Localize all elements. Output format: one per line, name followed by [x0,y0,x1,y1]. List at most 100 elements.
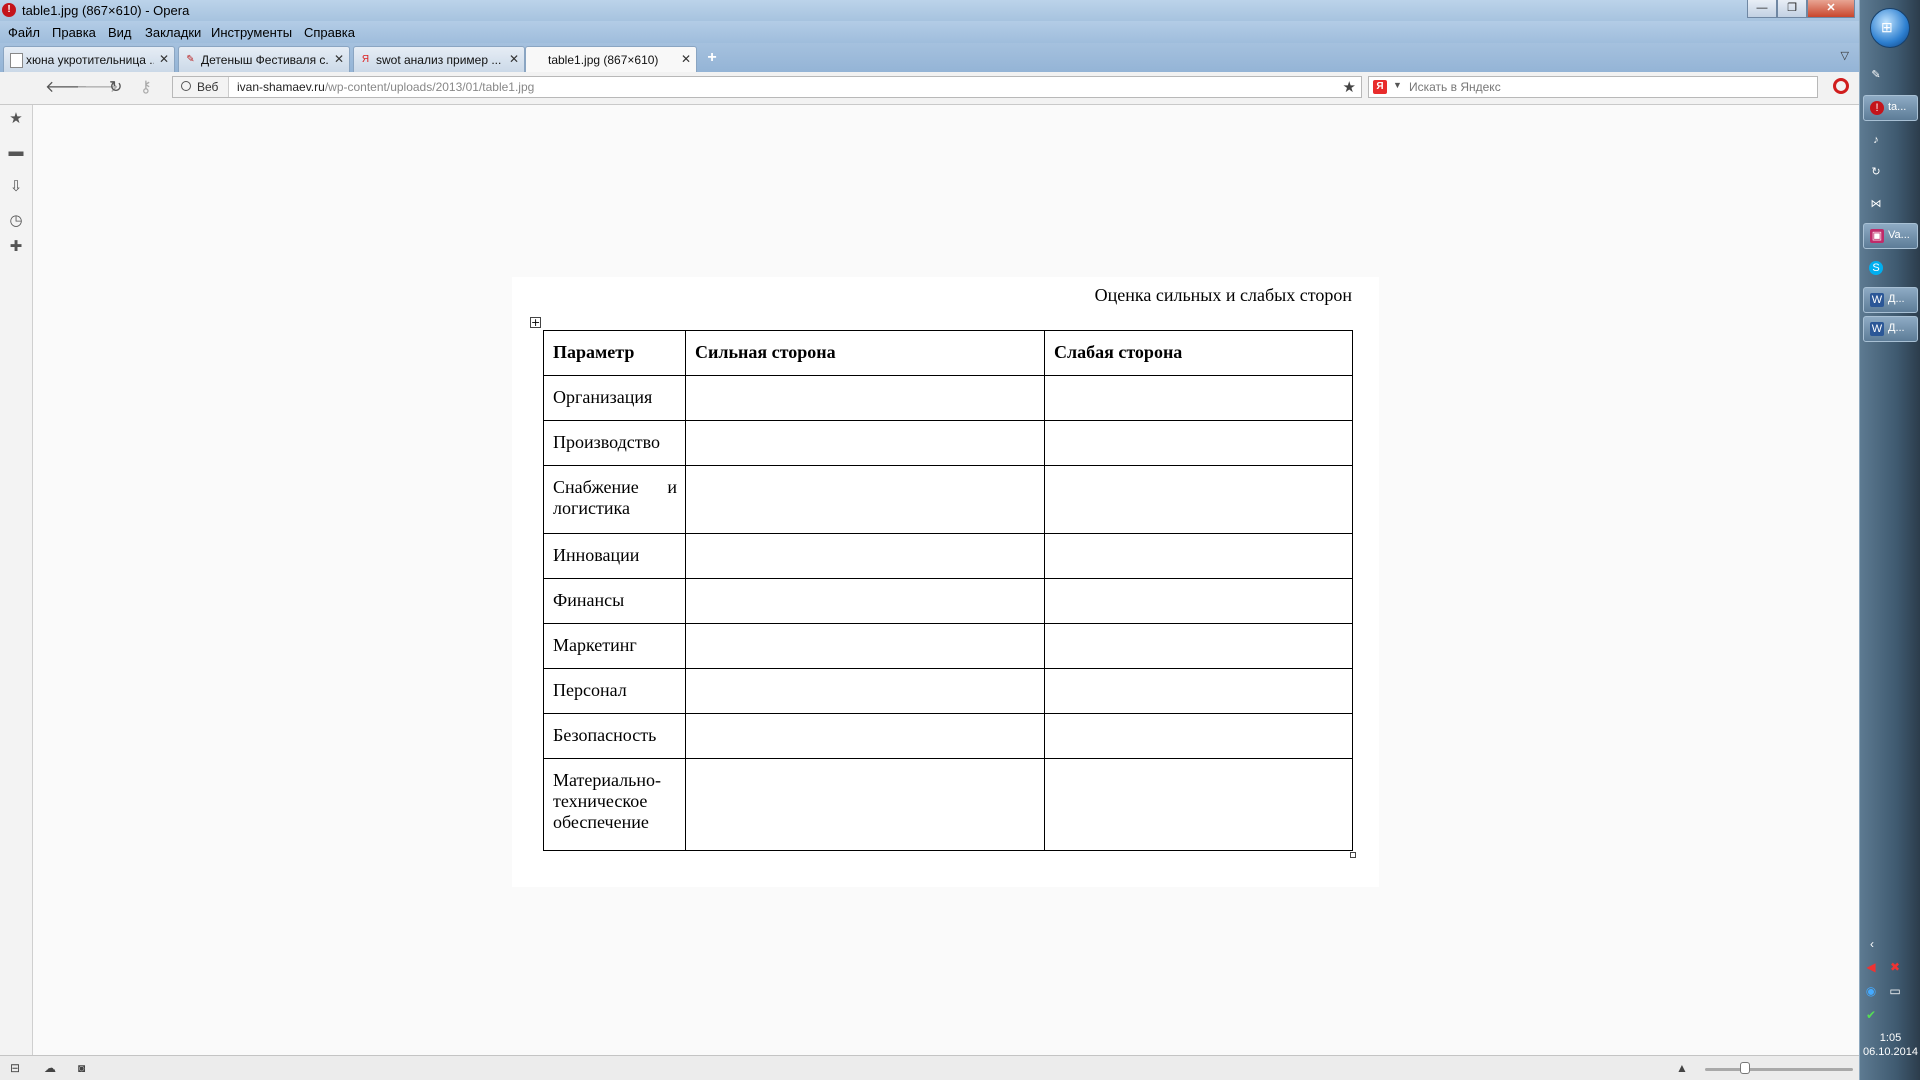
downloads-icon[interactable]: ⇩ [7,177,25,195]
chevron-down-icon[interactable]: ▼ [1393,80,1402,90]
table-row: Персонал [543,668,1353,714]
network-error-icon[interactable]: ✖ [1888,960,1902,974]
swot-table: Параметр Сильная сторона Слабая сторона … [543,330,1353,851]
taskbar-pin[interactable]: ✎ [1863,63,1918,89]
menu-file[interactable]: Файл [8,25,40,40]
header-strength: Сильная сторона [685,330,1045,376]
header-weakness: Слабая сторона [1044,330,1353,376]
menu-bookmarks[interactable]: Закладки [145,25,201,40]
url-domain: ivan-shamaev.ru [237,80,325,94]
strength-cell [685,578,1045,624]
taskbar-button-word-2[interactable]: W Д... [1863,316,1918,342]
chevron-down-icon[interactable]: ▽ [1841,49,1849,62]
weakness-cell [1044,375,1353,421]
weakness-cell [1044,668,1353,714]
refresh-app-icon: ↻ [1871,166,1881,178]
weakness-cell [1044,623,1353,669]
sound-icon: ♪ [1873,134,1879,146]
close-button[interactable]: ✕ [1807,0,1855,18]
key-icon[interactable]: ⚷ [140,79,152,97]
camera-icon[interactable]: ◙ [78,1061,85,1075]
tab-3[interactable]: Я swot анализ пример ... ✕ [353,46,525,72]
url-path: /wp-content/uploads/2013/01/table1.jpg [324,80,535,94]
minimize-button[interactable]: — [1747,0,1777,18]
table-move-handle-icon: + [530,316,541,329]
cloud-sync-icon[interactable]: ☁ [44,1061,56,1075]
yandex-icon[interactable]: Я [1373,80,1387,94]
taskbar-label: Д... [1888,322,1905,334]
opera-icon: ! [1870,101,1884,115]
tab-strip: хюна укротительница ... ✕ ✎ Детеныш Фест… [0,43,1859,73]
tab-label: хюна укротительница ... [26,53,154,67]
window-title: table1.jpg (867×610) - Opera [22,3,190,18]
table-row: Производство [543,420,1353,466]
clock-time: 1:05 [1879,1032,1902,1044]
new-tab-button[interactable]: + [697,48,727,68]
document-title: Оценка сильных и слабых сторон [1094,285,1352,305]
menu-edit[interactable]: Правка [52,25,96,40]
bookmarks-star-icon[interactable]: ★ [7,109,25,127]
tab-2[interactable]: ✎ Детеныш Фестиваля с... ✕ [178,46,350,72]
weakness-cell [1044,465,1353,534]
restore-button[interactable]: ❐ [1777,0,1807,18]
taskbar-button-word-1[interactable]: W Д... [1863,287,1918,313]
update-icon[interactable]: ◉ [1864,984,1878,998]
search-field[interactable]: Я ▼ Искать в Яндекс [1368,76,1818,98]
save-icon: ▣ [1870,229,1884,243]
table-row: Безопасность [543,713,1353,759]
pen-icon: ✎ [1871,69,1881,81]
menu-view[interactable]: Вид [108,25,132,40]
zoom-menu-icon[interactable]: ▲ [1676,1061,1688,1075]
tray-expand-icon[interactable]: ‹ [1865,937,1879,951]
row-label: Персонал [543,668,686,714]
history-clock-icon[interactable]: ◷ [7,211,25,229]
reload-button[interactable]: ↻ [109,79,122,97]
taskbar-pin[interactable]: ⋈ [1863,192,1918,218]
weakness-cell [1044,758,1353,851]
zoom-slider-track[interactable] [1705,1068,1853,1071]
taskbar-pin[interactable]: ♪ [1863,128,1918,154]
table-row: Материально-техническое обеспечение [543,758,1353,851]
windows-logo-icon: ⊞ [1881,19,1893,35]
taskbar-button-save[interactable]: ▣ Va... [1863,223,1918,249]
start-button[interactable]: ⊞ [1870,8,1910,48]
globe-icon [181,81,191,91]
search-placeholder: Искать в Яндекс [1409,80,1501,94]
strength-cell [685,465,1045,534]
taskbar-button-opera[interactable]: ! ta... [1863,95,1918,121]
volume-icon[interactable]: ◀ [1864,960,1878,974]
weakness-cell [1044,533,1353,579]
menu-help[interactable]: Справка [304,25,355,40]
security-icon[interactable]: ✔ [1864,1008,1878,1022]
row-label: Производство [543,420,686,466]
windows-taskbar: ⊞ ✎ ! ta... ♪ ↻ ⋈ ▣ Va... S W Д... W Д..… [1859,0,1920,1080]
page-icon [10,53,23,68]
row-label: Снабжение и логистика [543,465,686,534]
yandex-icon: Я [361,54,370,65]
address-field[interactable]: Веб ivan-shamaev.ru/wp-content/uploads/2… [172,76,1362,98]
add-panel-icon[interactable]: ✚ [7,237,25,255]
tab-4-active[interactable]: table1.jpg (867×610) ✕ [525,46,697,73]
zoom-slider-thumb[interactable] [1740,1062,1750,1074]
close-tab-icon[interactable]: ✕ [334,52,344,66]
close-tab-icon[interactable]: ✕ [509,52,519,66]
taskbar-pin[interactable]: ↻ [1863,160,1918,186]
taskbar-pin[interactable]: S [1863,256,1918,282]
system-clock[interactable]: 1:05 06.10.2014 [1860,1031,1920,1059]
opera-menu-icon[interactable] [1833,78,1849,94]
menu-tools[interactable]: Инструменты [211,25,292,40]
notes-icon[interactable]: ▬ [7,143,25,160]
panel-toggle-icon[interactable]: ⊟ [10,1061,20,1075]
displayed-image: Оценка сильных и слабых сторон + Парамет… [512,277,1379,887]
word-document-icon: W [1870,322,1884,336]
display-icon[interactable]: ▭ [1888,984,1902,998]
tab-label: swot анализ пример ... [376,53,502,67]
side-panel: ★ ▬ ⇩ ◷ ✚ [0,105,33,1055]
close-tab-icon[interactable]: ✕ [681,52,691,66]
row-label: Материально-техническое обеспечение [543,758,686,851]
bookmark-star-icon[interactable]: ★ [1343,78,1356,96]
site-info-badge[interactable]: Веб [173,77,229,97]
strength-cell [685,713,1045,759]
close-tab-icon[interactable]: ✕ [159,52,169,66]
tab-1[interactable]: хюна укротительница ... ✕ [3,46,175,72]
